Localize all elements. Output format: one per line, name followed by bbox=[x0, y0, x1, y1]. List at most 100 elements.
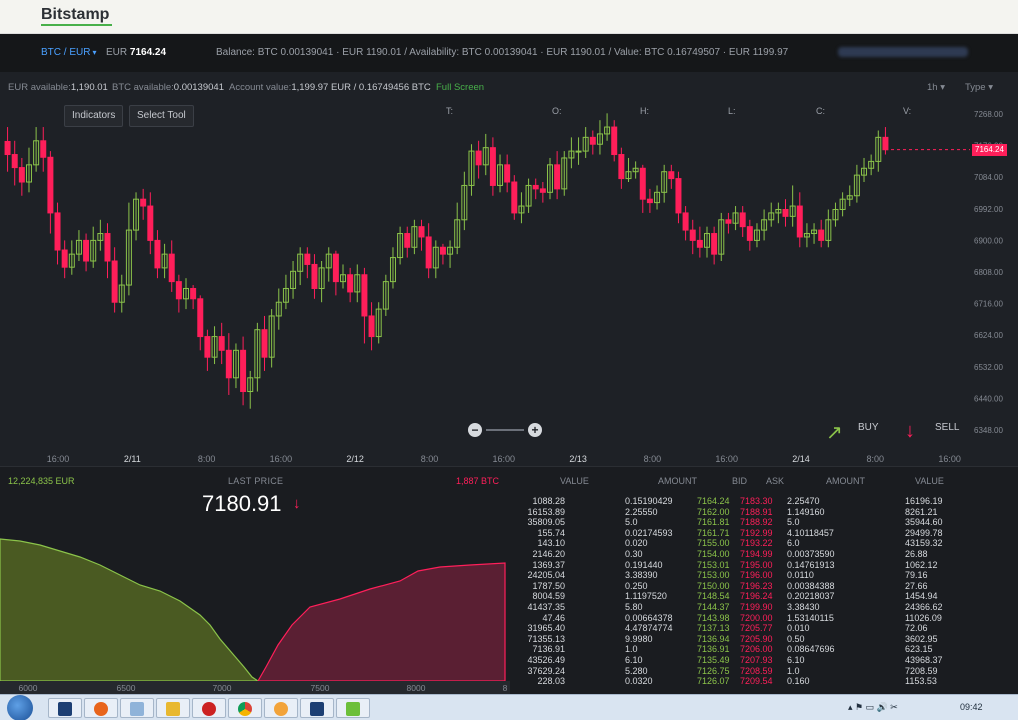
candle-body bbox=[304, 253, 311, 265]
zoom-slider[interactable] bbox=[486, 429, 524, 431]
taskbar-photoshop[interactable] bbox=[48, 698, 82, 718]
sell-button[interactable]: SELL bbox=[935, 422, 959, 433]
order-book-row[interactable]: 37629.24 5.280 7126.75 7208.59 1.0 7208.59 bbox=[510, 666, 1018, 677]
candle-body bbox=[332, 253, 339, 283]
taskbar-usb[interactable] bbox=[336, 698, 370, 718]
x-tick-label: 16:00 bbox=[270, 454, 293, 464]
taskbar-chrome[interactable] bbox=[228, 698, 262, 718]
taskbar-app[interactable] bbox=[264, 698, 298, 718]
start-button[interactable] bbox=[7, 695, 33, 720]
candle-body bbox=[197, 298, 204, 338]
zoom-out-button[interactable]: − bbox=[468, 423, 482, 437]
candle-body bbox=[147, 205, 154, 241]
down-arrow-icon: ↓ bbox=[293, 495, 301, 512]
system-tray[interactable]: ▴ ⚑ ▭ 🔊 ✂ bbox=[848, 702, 898, 713]
pair-selector[interactable]: BTC / EUR ▾ bbox=[41, 47, 96, 58]
order-book-row[interactable]: 16153.89 2.25550 7162.00 7188.91 1.149160 826… bbox=[510, 507, 1018, 518]
account-bar: BTC / EUR ▾ EUR 7164.24 Balance: BTC 0.00… bbox=[0, 34, 1018, 72]
windows-taskbar: ▴ ⚑ ▭ 🔊 ✂ 09:42 bbox=[0, 694, 1018, 720]
ask-price: 7193.22 bbox=[740, 538, 773, 549]
ask-price: 7205.77 bbox=[740, 623, 773, 634]
bid-amount: 1.0 bbox=[625, 644, 638, 655]
candle-body bbox=[168, 253, 175, 283]
taskbar-explorer[interactable] bbox=[156, 698, 190, 718]
order-book-row[interactable]: 41437.35 5.80 7144.37 7199.90 3.38430 24366.6… bbox=[510, 602, 1018, 613]
indicators-button[interactable]: Indicators bbox=[64, 105, 124, 127]
clock[interactable]: 09:42 bbox=[960, 702, 983, 712]
chart-type-select[interactable]: Type ▾ bbox=[965, 82, 993, 93]
candle-body bbox=[111, 260, 118, 303]
taskbar-firefox[interactable] bbox=[84, 698, 118, 718]
bid-price: 7126.07 bbox=[697, 676, 730, 687]
order-book-row[interactable]: 7136.91 1.0 7136.91 7206.00 0.08647696 623.15 bbox=[510, 644, 1018, 655]
price-chart[interactable]: 7268.007176.007084.006992.006900.006808.… bbox=[0, 102, 1018, 466]
candle-body bbox=[4, 140, 11, 156]
bid-price: 7162.00 bbox=[697, 506, 730, 517]
select-tool-button[interactable]: Select Tool bbox=[129, 105, 194, 127]
candle-body bbox=[418, 226, 425, 238]
candle-body bbox=[83, 239, 90, 262]
taskbar-media[interactable] bbox=[192, 698, 226, 718]
order-book-row[interactable]: 2146.20 0.30 7154.00 7194.99 0.00373590 26.88 bbox=[510, 549, 1018, 560]
ask-amount: 2.25470 bbox=[787, 496, 820, 506]
order-book-row[interactable]: 143.10 0.020 7155.00 7193.22 6.0 43159.32 bbox=[510, 538, 1018, 549]
ask-price: 7196.00 bbox=[740, 570, 773, 581]
folder-icon bbox=[166, 702, 180, 716]
fullscreen-link[interactable]: Full Screen bbox=[436, 82, 484, 93]
timeframe-select[interactable]: 1h ▾ bbox=[927, 82, 945, 93]
bitstamp-logo[interactable]: Bitstamp bbox=[41, 6, 109, 24]
order-book-row[interactable]: 35809.05 5.0 7161.81 7188.92 5.0 35944.60 bbox=[510, 517, 1018, 528]
col-ask: ASK bbox=[766, 476, 785, 486]
user-menu[interactable] bbox=[838, 47, 968, 57]
candle-body bbox=[225, 349, 232, 379]
ask-amount: 0.08647696 bbox=[787, 644, 835, 655]
sell-arrow-icon[interactable]: ↓ bbox=[905, 420, 915, 443]
ask-value: 1454.94 bbox=[905, 591, 938, 602]
order-book-row[interactable]: 24205.04 3.38390 7153.00 7196.00 0.0110 79.16 bbox=[510, 570, 1018, 581]
bid-amount: 0.0320 bbox=[625, 676, 653, 687]
ask-amount: 1.53140115 bbox=[787, 612, 834, 623]
ask-value: 26.88 bbox=[905, 549, 928, 559]
order-book-row[interactable]: 155.74 0.02174593 7161.71 7192.99 4.10118457… bbox=[510, 528, 1018, 539]
bid-value: 143.10 bbox=[537, 538, 565, 549]
order-book-row[interactable]: 1787.50 0.250 7150.00 7196.23 0.00384388 27.6… bbox=[510, 581, 1018, 592]
ask-value: 79.16 bbox=[905, 570, 928, 581]
ask-price: 7183.30 bbox=[740, 496, 773, 506]
ask-value: 29499.78 bbox=[905, 527, 943, 538]
btc-available-value: 0.00139041 bbox=[173, 82, 224, 93]
usb-icon bbox=[346, 702, 360, 716]
current-price-tag: 7164.24 bbox=[972, 143, 1007, 156]
y-tick-label: 6348.00 bbox=[974, 426, 1003, 435]
taskbar-notepad[interactable] bbox=[120, 698, 154, 718]
bid-amount: 4.47874774 bbox=[625, 623, 673, 634]
order-book-row[interactable]: 1369.37 0.191440 7153.01 7195.00 0.14761913 1… bbox=[510, 560, 1018, 571]
order-book-row[interactable]: 43526.49 6.10 7135.49 7207.93 6.10 43968.37 bbox=[510, 655, 1018, 666]
ohlc-low: L: bbox=[728, 106, 736, 116]
zoom-in-button[interactable]: + bbox=[528, 423, 542, 437]
bid-value: 228.03 bbox=[537, 676, 565, 687]
order-book-row[interactable]: 71355.13 9.9980 7136.94 7205.90 0.50 3602.95 bbox=[510, 634, 1018, 645]
order-book-row[interactable]: 8004.59 1.1197520 7148.54 7196.24 0.20218037… bbox=[510, 591, 1018, 602]
taskbar-photoshop-2[interactable] bbox=[300, 698, 334, 718]
col-amount: AMOUNT bbox=[658, 476, 697, 486]
ask-value: 43159.32 bbox=[905, 538, 943, 549]
candle-body bbox=[696, 239, 703, 248]
bid-value: 155.74 bbox=[537, 527, 565, 538]
buy-arrow-icon[interactable]: ↗ bbox=[826, 420, 843, 445]
candle-body bbox=[104, 233, 111, 262]
order-book-row[interactable]: 31965.40 4.47874774 7137.13 7205.77 0.010 72.… bbox=[510, 623, 1018, 634]
ask-price: 7188.91 bbox=[740, 506, 773, 517]
buy-button[interactable]: BUY bbox=[858, 422, 879, 433]
order-book-row[interactable]: 1088.28 0.15190429 7164.24 7183.30 2.25470 16… bbox=[510, 496, 1018, 507]
account-value: Account value:1,199.97 EUR / 0.16749456 … bbox=[229, 82, 431, 93]
ask-price: 7196.24 bbox=[740, 591, 773, 602]
bid-amount: 0.02174593 bbox=[625, 527, 673, 538]
chevron-down-icon: ▾ bbox=[92, 48, 97, 57]
ask-amount: 0.00384388 bbox=[787, 580, 835, 591]
account-value-label: Account value: bbox=[229, 82, 292, 93]
bid-value: 1369.37 bbox=[532, 559, 565, 570]
bid-price: 7153.00 bbox=[697, 570, 730, 581]
order-book-row[interactable]: 47.46 0.00664378 7143.98 7200.00 1.53140115 1… bbox=[510, 613, 1018, 624]
order-book-row[interactable]: 228.03 0.0320 7126.07 7209.54 0.160 1153.53 bbox=[510, 676, 1018, 687]
ohlc-open: O: bbox=[552, 106, 562, 116]
